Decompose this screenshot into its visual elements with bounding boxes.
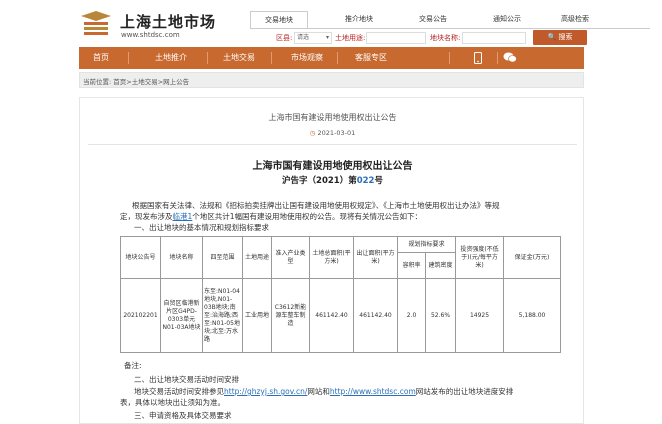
article-title: 上海市国有建设用地使用权出让公告 (268, 113, 397, 122)
th-land-use: 土地用途 (242, 236, 272, 279)
search-bar: 区县: 请选 ▾ 土地用途: 地块名称: 🔍 搜索 (250, 28, 650, 46)
breadcrumb-text: 当前位置: 首页>土地交易>网上公告 (83, 76, 189, 86)
tab-trading-parcels[interactable]: 交易地块 (250, 11, 308, 28)
land-use-label: 土地用途: (335, 34, 366, 42)
parcel-name-input[interactable] (462, 32, 526, 44)
ghzyj-link[interactable]: http://ghzyj.sh.gov.cn/ (224, 387, 307, 396)
cell-floor-area-ratio: 2.0 (397, 278, 426, 353)
cell-investment-intensity: 14925 (455, 278, 505, 353)
parcel-table: 地块公告号 地块名称 四至范围 土地用途 准入产业类型 土地总面积(平方米) 出… (120, 236, 562, 353)
document-number: 沪告字（2021）第022号 (80, 174, 583, 186)
site-title[interactable]: 上海土地市场 (120, 11, 216, 32)
cell-parcel-name: 自贸区临港新片区G4PD-0303单元N01-03A地块 (160, 278, 203, 353)
site-header: 上海土地市场 www.shtdsc.com 交易地块 推介地块 交易公告 通知公… (0, 0, 662, 47)
cell-sale-area: 461142.40 (353, 278, 398, 353)
cell-building-density: 52.6% (424, 278, 457, 353)
cell-land-use: 工业用地 (242, 278, 272, 353)
district-label: 区县: (276, 34, 293, 42)
tab-promoted-parcels[interactable]: 推介地块 (334, 11, 384, 28)
section-2-heading: 二、出让地块交易活动时间安排 (134, 375, 239, 384)
article-date: ◷ 2021-03-01 (80, 129, 583, 137)
nav-market-watch[interactable]: 市场观察 (279, 47, 335, 69)
nav-divider (449, 52, 450, 64)
search-button[interactable]: 🔍 搜索 (533, 30, 587, 45)
th-parcel-id: 地块公告号 (120, 236, 161, 279)
table-row: 202102201 自贸区临港新片区G4PD-0303单元N01-03A地块 东… (120, 278, 562, 353)
intro-line-2: 定，现发布涉及临港1个地区共计1幅国有建设用地使用权的公告。现将有关情况公告如下… (120, 211, 560, 222)
nav-land-promotion[interactable]: 土地推介 (143, 47, 199, 69)
cell-parcel-id: 202102201 (120, 278, 161, 353)
cell-industry-type: C3612新能源车整车制造 (271, 278, 310, 353)
nav-land-trading[interactable]: 土地交易 (211, 47, 267, 69)
chevron-down-icon: ▾ (325, 34, 329, 41)
doc-num: 022 (356, 176, 375, 186)
th-planning-indicators: 规划指标要求 (396, 236, 457, 253)
district-select[interactable]: 请选 ▾ (294, 32, 332, 44)
tab-trading-notices[interactable]: 交易公告 (408, 11, 458, 28)
intro-2b: 个地区共计1幅国有建设用地使用权的公告。现将有关情况公告如下： (192, 212, 423, 221)
schedule-line-1: 地块交易活动时间安排参见http://ghzyj.sh.gov.cn/网站和ht… (134, 386, 574, 397)
intro-line-1: 根据国家有关法律、法规和《招标拍卖挂牌出让国有建设用地使用权规定》、《上海市土地… (132, 201, 500, 210)
schedule-line-2: 表，具体以地块出让须知为准。 (120, 398, 225, 407)
breadcrumb-prefix: 当前位置: (83, 78, 112, 86)
th-building-density: 建筑密度 (424, 252, 457, 279)
schedule-text-c: 网站发布的出让地块进度安排 (415, 387, 514, 396)
article-date-value: 2021-03-01 (317, 129, 356, 137)
th-sale-area: 出让面积(平方米) (353, 236, 398, 279)
section-1-heading: 一、出让地块的基本情况和规划指标要求 (134, 223, 269, 232)
search-button-label: 搜索 (558, 33, 573, 41)
schedule-text-b: 网站和 (307, 387, 330, 396)
wechat-icon[interactable] (499, 47, 521, 69)
cell-boundary: 东至:N01-04地块,N01-03B地块;南至:治海路;西至:N01-05地块… (202, 278, 243, 353)
th-floor-area-ratio: 容积率 (397, 252, 426, 279)
tab-announcements[interactable]: 通知公示 (482, 11, 532, 28)
doc-suffix: 号 (374, 176, 383, 186)
article-panel: 上海市国有建设用地使用权出让公告 ◷ 2021-03-01 上海市国有建设用地使… (79, 97, 584, 424)
cell-deposit: 5,188.00 (503, 278, 562, 353)
shanghai-land-market-logo-icon[interactable] (79, 10, 113, 36)
land-use-input[interactable] (366, 32, 426, 44)
top-tabs: 交易地块 推介地块 交易公告 通知公示 高级检索 (250, 11, 645, 28)
breadcrumb-path[interactable]: 首页>土地交易>网上公告 (113, 78, 189, 86)
nav-divider (207, 52, 208, 64)
note-label: 备注: (124, 361, 142, 370)
th-boundary: 四至范围 (202, 236, 243, 279)
region-link[interactable]: 临港1 (173, 212, 193, 221)
th-total-area: 土地总面积(平方米) (309, 236, 354, 279)
doc-prefix: 沪告字（2021）第 (282, 176, 357, 186)
nav-customer-service[interactable]: 客服专区 (343, 47, 399, 69)
section-3-heading: 三、申请资格及具体交易要求 (134, 411, 232, 420)
shtdsc-link[interactable]: http://www.shtdsc.com (330, 387, 416, 396)
th-industry-type: 准入产业类型 (271, 236, 310, 279)
tab-advanced-search[interactable]: 高级检索 (550, 11, 600, 28)
search-icon: 🔍 (547, 33, 557, 41)
main-nav: 首页 土地推介 土地交易 市场观察 客服专区 (79, 47, 584, 69)
cell-total-area: 461142.40 (309, 278, 354, 353)
th-parcel-name: 地块名称 (160, 236, 203, 279)
parcel-name-label: 地块名称: (430, 34, 461, 42)
nav-divider (128, 52, 129, 64)
site-url: www.shtdsc.com (121, 31, 180, 39)
nav-divider (271, 52, 272, 64)
clock-icon: ◷ (309, 129, 316, 137)
th-deposit: 保证金(万元) (503, 236, 562, 279)
nav-divider (337, 52, 338, 64)
schedule-text-a: 地块交易活动时间安排参见 (134, 387, 224, 396)
nav-divider (497, 52, 498, 64)
district-select-value: 请选 (297, 34, 310, 41)
intro-2a: 定，现发布涉及 (120, 212, 173, 221)
mobile-phone-icon[interactable] (467, 47, 489, 69)
article-heading: 上海市国有建设用地使用权出让公告 (252, 161, 413, 172)
nav-home[interactable]: 首页 (79, 47, 123, 69)
breadcrumb: 当前位置: 首页>土地交易>网上公告 (79, 72, 584, 88)
divider (88, 144, 577, 145)
th-investment-intensity: 投资强度(不低于)(元/每平方米) (455, 236, 505, 279)
